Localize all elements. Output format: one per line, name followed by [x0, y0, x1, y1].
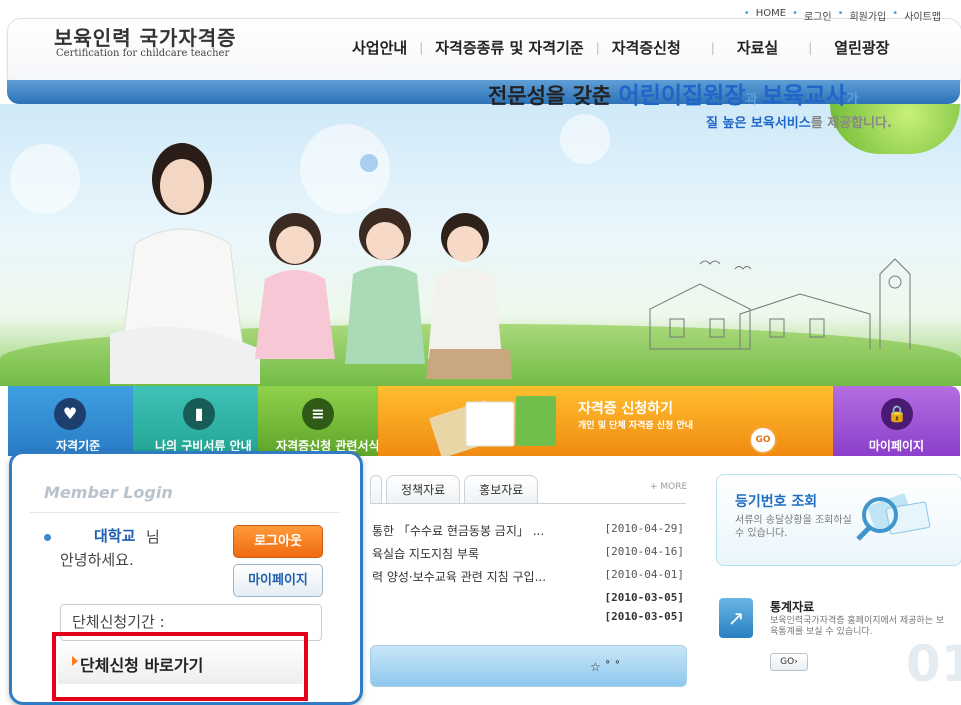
- hero-banner: [0, 104, 961, 386]
- utility-links: • HOME • 로그인 • 회원가입 • 사이트맵: [743, 8, 941, 23]
- list-icon: ≡: [302, 398, 334, 430]
- nav-cert-types[interactable]: 자격증종류 및 자격기준: [435, 37, 583, 58]
- bottom-banner[interactable]: [370, 645, 687, 687]
- document-icon: ▮: [183, 398, 215, 430]
- news-tabs: 정책자료 홍보자료: [370, 475, 539, 504]
- teacher-photo: [110, 143, 260, 384]
- quick-menu-cert-apply[interactable]: 자격증 신청하기 개인 및 단체 자격증 신청 안내 GO: [378, 386, 833, 456]
- quick-menu-forms[interactable]: ≡ 자격증신청 관련서식: [258, 386, 380, 456]
- login-divider: [30, 512, 340, 513]
- star-decoration: ☆ ˚ ˚: [590, 660, 621, 674]
- nav-cert-apply[interactable]: 자격증신청: [612, 37, 681, 58]
- list-item[interactable]: [2010-03-05]: [372, 610, 684, 630]
- util-join-link[interactable]: 회원가입: [849, 8, 886, 23]
- registered-mail-title[interactable]: 등기번호 조회: [735, 491, 817, 511]
- group-apply-period-label: 단체신청기간 :: [72, 613, 165, 631]
- tab-divider: [370, 503, 686, 504]
- big-number: 01: [906, 635, 961, 693]
- logout-button[interactable]: 로그아웃: [233, 525, 323, 558]
- apply-go-button[interactable]: GO: [749, 426, 777, 454]
- highlight-box: [52, 632, 308, 701]
- site-logo-subtitle: Certification for childcare teacher: [56, 48, 230, 59]
- person-icon: ♥: [54, 398, 86, 430]
- quick-menu-cert-criteria[interactable]: ♥ 자격기준: [8, 386, 133, 456]
- bubble-decoration: [360, 154, 378, 172]
- apply-title: 자격증 신청하기: [578, 401, 674, 417]
- list-item[interactable]: 육실습 지도지침 부록 [2010-04-16]: [372, 545, 684, 565]
- nav-open-square[interactable]: 열린광장: [834, 37, 889, 58]
- mypage-button[interactable]: 마이페이지: [233, 564, 323, 597]
- hero-headline-text: 과: [745, 92, 763, 107]
- apply-subtitle: 개인 및 단체 자격증 신청 안내: [578, 421, 694, 431]
- hero-headline: 전문성을 갖춘 어린이집원장과 보육교사가: [488, 76, 859, 110]
- quick-menu-my-documents[interactable]: ▮ 나의 구비서류 안내: [133, 386, 258, 456]
- login-title: Member Login: [44, 483, 173, 502]
- util-sitemap-link[interactable]: 사이트맵: [904, 8, 941, 23]
- building-illustration: [649, 258, 911, 350]
- hero-headline-text: 전문성을 갖춘: [488, 84, 619, 108]
- site-logo-title[interactable]: 보육인력 국가자격증: [54, 22, 237, 51]
- hero-headline-highlight: 어린이집원장: [618, 83, 746, 109]
- tab-policy[interactable]: 정책자료: [386, 475, 461, 504]
- nav-resources[interactable]: 자료실: [737, 37, 778, 58]
- statistics-go-button[interactable]: GO›: [770, 653, 808, 671]
- lock-icon: 🔒: [881, 398, 913, 430]
- util-home-link[interactable]: HOME: [756, 8, 786, 23]
- hero-sub-text: 를 제공합니다.: [810, 116, 892, 131]
- hero-subheadline: 질 높은 보육서비스를 제공합니다.: [706, 112, 892, 131]
- quick-menu-mypage[interactable]: 🔒 마이페이지: [833, 386, 960, 456]
- bullet-icon: [44, 534, 51, 541]
- tab-promotion[interactable]: 홍보자료: [464, 475, 539, 504]
- hero-headline-highlight: 보육교사: [762, 83, 847, 109]
- list-item[interactable]: [2010-03-05]: [372, 591, 684, 611]
- children-photo: [255, 208, 512, 379]
- more-link[interactable]: + MORE: [650, 482, 687, 492]
- quick-menu-label: 마이페이지: [868, 439, 925, 453]
- chart-icon: ↗: [719, 598, 753, 638]
- documents-icon: [429, 396, 556, 456]
- bubble-decoration: [10, 144, 80, 214]
- statistics-title[interactable]: 통계자료: [770, 598, 814, 615]
- util-login-link[interactable]: 로그인: [804, 8, 832, 23]
- nav-business-info[interactable]: 사업안내: [352, 37, 407, 58]
- quick-menu-bar: ♥ 자격기준 ▮ 나의 구비서류 안내 ≡ 자격증신청 관련서식 자격증 신청하…: [8, 386, 960, 456]
- magnifier-documents-icon: [856, 493, 931, 541]
- hero-headline-text: 가: [846, 92, 859, 107]
- bubble-decoration: [560, 114, 610, 164]
- main-nav: 사업안내 | 자격증종류 및 자격기준 | 자격증신청 | 자료실 | 열린광장: [352, 37, 890, 58]
- greeting-text: 안녕하세요.: [60, 551, 134, 569]
- user-name: 대학교: [94, 527, 136, 545]
- hero-sub-highlight: 질 높은 보육서비스: [706, 116, 811, 131]
- list-item[interactable]: 통한 「수수료 현금동봉 금지」 ... [2010-04-29]: [372, 522, 684, 542]
- user-name-suffix: 님: [146, 528, 160, 546]
- list-item[interactable]: 력 양성·보수교육 관련 지침 구입... [2010-04-01]: [372, 568, 684, 588]
- tab-hidden[interactable]: [370, 475, 382, 504]
- registered-mail-desc: 서류의 송달상황을 조회하실 수 있습니다.: [735, 515, 852, 539]
